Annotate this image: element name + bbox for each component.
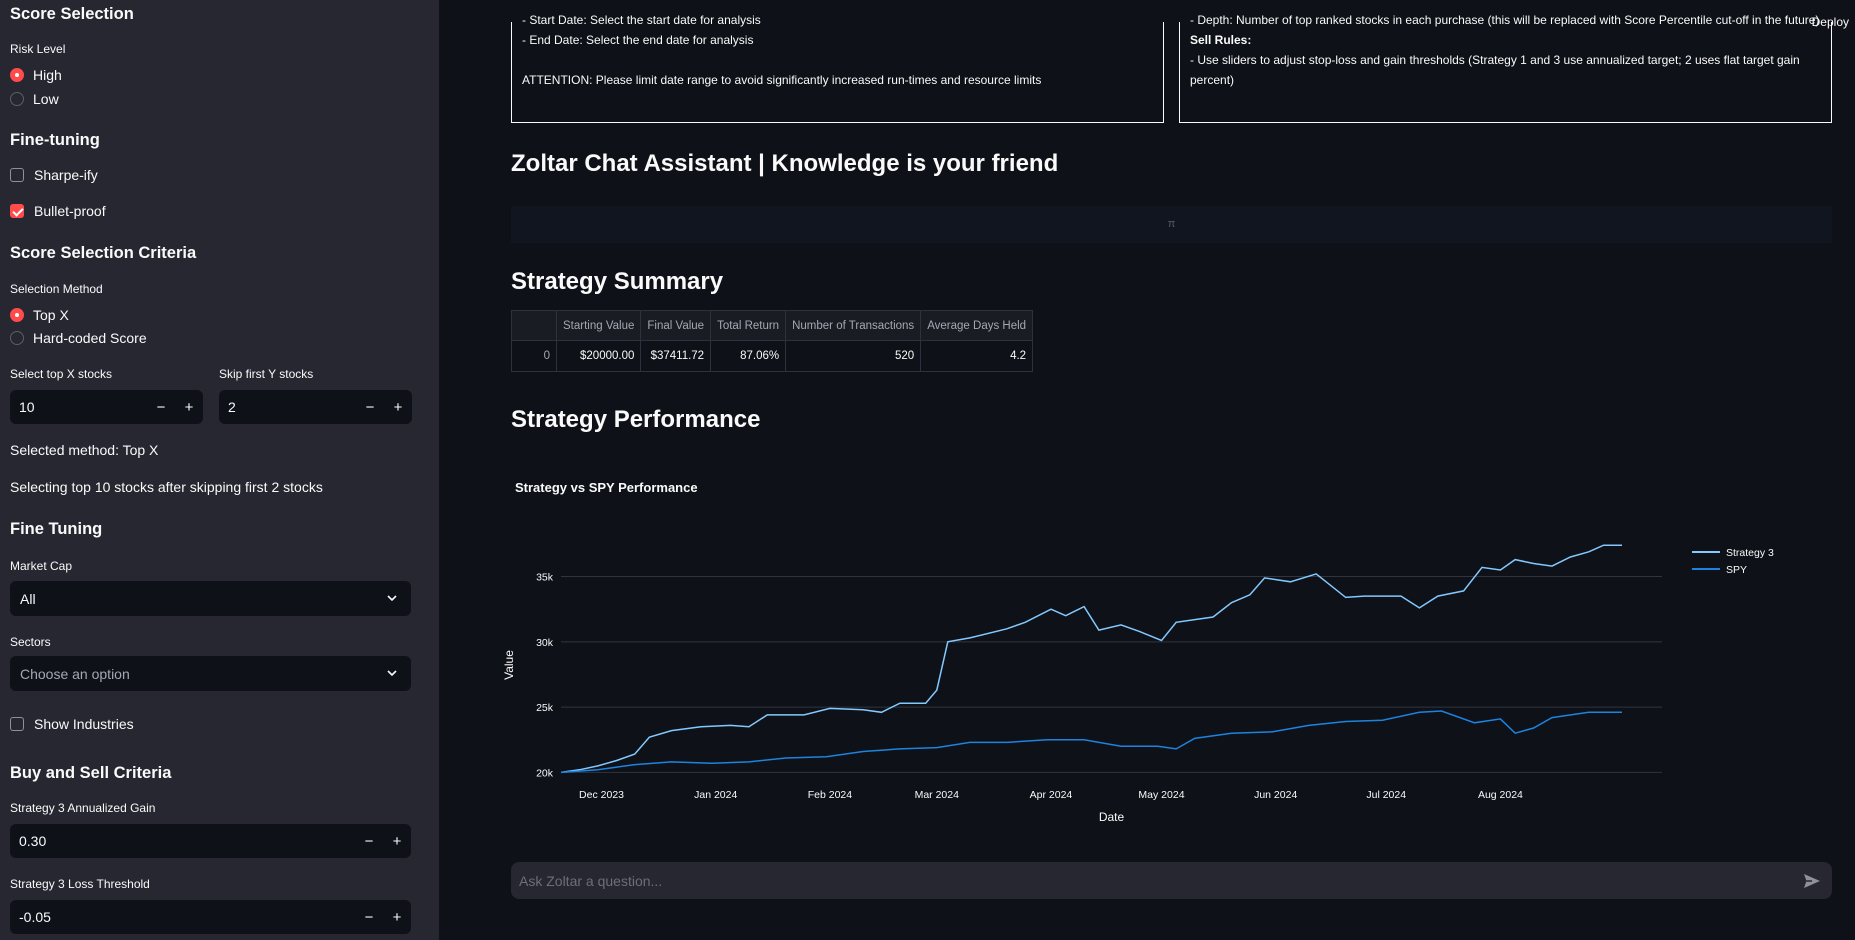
x-tick-label: Dec 2023 <box>579 789 624 801</box>
radio-unselected-icon <box>10 92 24 106</box>
table-row: 0 $20000.00 $37411.72 87.06% 520 4.2 <box>511 340 1034 372</box>
x-tick-label: Aug 2024 <box>1478 789 1523 801</box>
chat-title: Zoltar Chat Assistant | Knowledge is you… <box>511 150 1059 177</box>
chevron-down-icon <box>387 595 397 602</box>
x-tick-label: Jun 2024 <box>1254 789 1297 801</box>
chat-input-box[interactable] <box>511 862 1832 899</box>
top-x-input[interactable]: 10 − + <box>10 390 203 424</box>
y-tick-label: 20k <box>536 767 554 779</box>
risk-low-radio[interactable]: Low <box>10 91 59 107</box>
decrement-button[interactable]: − <box>356 399 384 416</box>
chat-input[interactable] <box>511 862 1771 899</box>
table-header: Total Return <box>710 310 787 341</box>
performance-chart: 20k 25k 30k 35k Dec 2023 Jan 2024 Feb 2024 Mar … <box>502 544 1774 824</box>
decrement-button[interactable]: − <box>355 833 383 850</box>
fine-tuning2-heading: Fine Tuning <box>10 520 103 538</box>
checkbox-icon <box>10 717 24 731</box>
x-tick-label: Mar 2024 <box>915 789 960 801</box>
increment-button[interactable]: + <box>383 909 411 926</box>
radio-unselected-icon <box>10 331 24 345</box>
loss-threshold-input[interactable]: -0.05 − + <box>10 900 411 934</box>
performance-title: Strategy Performance <box>511 406 761 433</box>
radio-selected-icon <box>10 68 24 82</box>
x-tick-label: Jan 2024 <box>694 789 737 801</box>
table-cell: $20000.00 <box>555 340 642 372</box>
table-cell: 520 <box>785 340 922 372</box>
skip-y-label: Skip first Y stocks <box>219 367 314 381</box>
risk-level-label: Risk Level <box>10 42 66 56</box>
series-line-spy <box>560 710 1622 774</box>
y-tick-label: 25k <box>536 702 554 714</box>
skip-y-input[interactable]: 2 − + <box>219 390 412 424</box>
bullet-proof-checkbox[interactable]: Bullet-proof <box>10 203 106 219</box>
increment-button[interactable]: + <box>383 833 411 850</box>
show-industries-checkbox[interactable]: Show Industries <box>10 716 134 732</box>
market-cap-label: Market Cap <box>10 559 73 573</box>
sidebar: Score Selection Risk Level High Low Fine… <box>0 0 439 940</box>
table-cell: 4.2 <box>920 340 1034 372</box>
loss-threshold-label: Strategy 3 Loss Threshold <box>10 877 150 891</box>
sectors-select[interactable]: Choose an option <box>10 656 411 691</box>
decrement-button[interactable]: − <box>147 399 175 416</box>
fine-tuning-heading: Fine-tuning <box>10 131 100 149</box>
x-tick-label: May 2024 <box>1138 789 1184 801</box>
main-content: Deploy - Start Date: Select the start da… <box>439 0 1855 940</box>
checkbox-icon <box>10 168 24 182</box>
summary-title: Strategy Summary <box>511 268 724 295</box>
x-axis-label: Date <box>1099 810 1125 824</box>
selected-method-text: Selected method: Top X <box>10 442 159 458</box>
sharpe-checkbox[interactable]: Sharpe-ify <box>10 167 98 183</box>
annualized-gain-input[interactable]: 0.30 − + <box>10 824 411 858</box>
table-header <box>511 310 557 341</box>
selection-method-label: Selection Method <box>10 282 103 296</box>
selecting-text: Selecting top 10 stocks after skipping f… <box>10 479 323 495</box>
y-tick-label: 35k <box>536 572 554 584</box>
info-box-left: - Start Date: Select the start date for … <box>511 13 1164 123</box>
legend-label: SPY <box>1726 564 1747 576</box>
x-tick-label: Jul 2024 <box>1366 789 1406 801</box>
y-axis-label: Value <box>502 650 516 680</box>
method-topx-radio[interactable]: Top X <box>10 307 69 323</box>
score-selection-heading: Score Selection <box>10 5 134 23</box>
decrement-button[interactable]: − <box>355 909 383 926</box>
summary-table: Starting Value Final Value Total Return … <box>511 310 1034 372</box>
x-tick-label: Feb 2024 <box>808 789 853 801</box>
method-hardcoded-radio[interactable]: Hard-coded Score <box>10 330 147 346</box>
send-icon[interactable] <box>1802 871 1822 891</box>
x-tick-label: Apr 2024 <box>1030 789 1073 801</box>
buy-sell-heading: Buy and Sell Criteria <box>10 764 172 782</box>
info-box-right: - Depth: Number of top ranked stocks in … <box>1179 13 1832 123</box>
annualized-gain-label: Strategy 3 Annualized Gain <box>10 801 156 815</box>
chart-title: Strategy vs SPY Performance <box>515 480 698 495</box>
risk-high-radio[interactable]: High <box>10 67 62 83</box>
y-tick-label: 30k <box>536 637 554 649</box>
table-cell: 87.06% <box>710 340 787 372</box>
top-x-label: Select top X stocks <box>10 367 113 381</box>
radio-selected-icon <box>10 308 24 322</box>
increment-button[interactable]: + <box>175 399 203 416</box>
criteria-heading: Score Selection Criteria <box>10 244 197 262</box>
table-cell: 0 <box>511 340 557 372</box>
legend-label: Strategy 3 <box>1726 547 1774 559</box>
series-line-strategy-3 <box>560 544 1622 774</box>
market-cap-select[interactable]: All <box>10 581 411 616</box>
table-cell: $37411.72 <box>640 340 712 372</box>
increment-button[interactable]: + <box>384 399 412 416</box>
checkbox-checked-icon <box>10 204 24 218</box>
table-header: Number of Transactions <box>785 310 922 341</box>
chevron-down-icon <box>387 670 397 677</box>
chat-output: π <box>511 206 1832 243</box>
table-header: Average Days Held <box>920 310 1034 341</box>
sectors-label: Sectors <box>10 635 51 649</box>
table-header: Final Value <box>640 310 712 341</box>
table-header: Starting Value <box>555 310 642 341</box>
